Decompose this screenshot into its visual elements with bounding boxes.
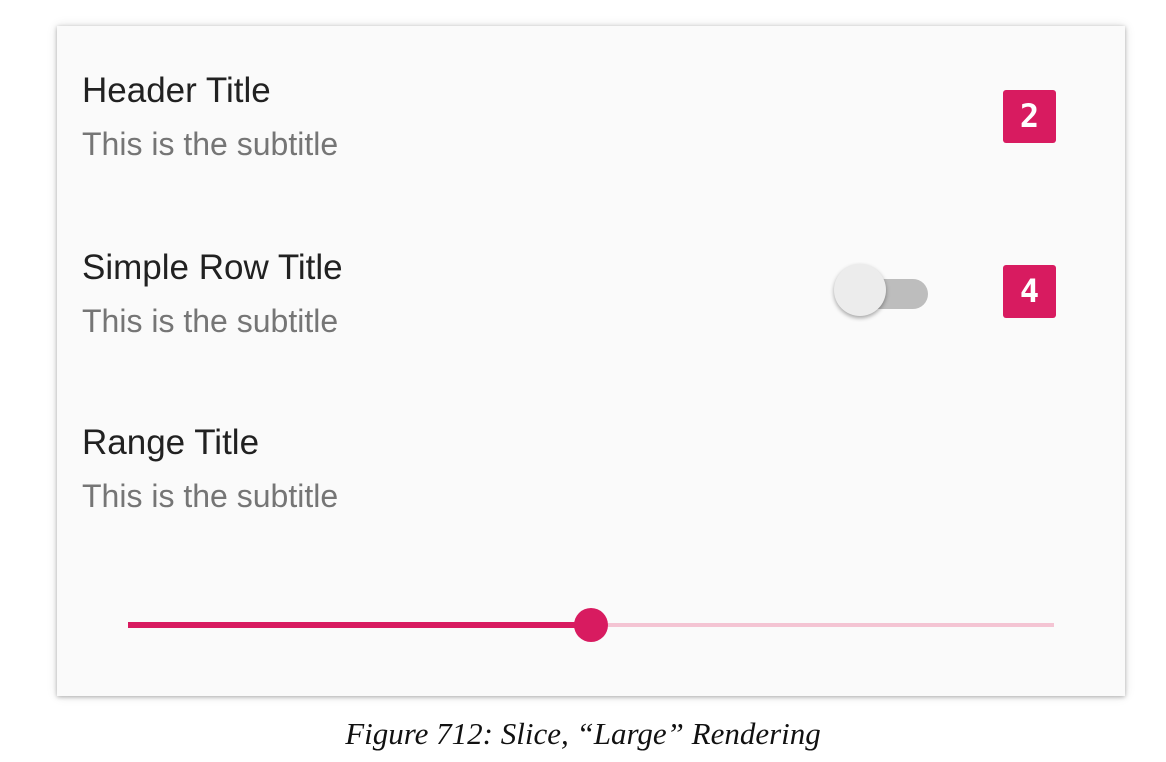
callout-badge-2: 2: [1003, 90, 1056, 143]
range-subtitle: This is the subtitle: [82, 478, 339, 514]
slider-fill: [128, 622, 591, 628]
simple-row-subtitle: This is the subtitle: [82, 303, 339, 339]
header-row[interactable]: Header Title This is the subtitle: [82, 71, 338, 163]
simple-row[interactable]: Simple Row Title This is the subtitle: [82, 248, 343, 340]
header-title: Header Title: [82, 71, 271, 110]
slice-card: Header Title This is the subtitle 2 Simp…: [57, 26, 1125, 696]
callout-badge-4: 4: [1003, 265, 1056, 318]
simple-row-title: Simple Row Title: [82, 248, 343, 287]
range-row: Range Title This is the subtitle: [82, 423, 338, 515]
header-subtitle: This is the subtitle: [82, 126, 339, 162]
toggle-thumb: [834, 264, 886, 316]
figure-caption: Figure 712: Slice, “Large” Rendering: [345, 716, 821, 751]
range-slider[interactable]: [128, 600, 1054, 650]
slider-thumb[interactable]: [574, 608, 608, 642]
range-title: Range Title: [82, 423, 260, 462]
simple-row-toggle[interactable]: [832, 264, 928, 322]
